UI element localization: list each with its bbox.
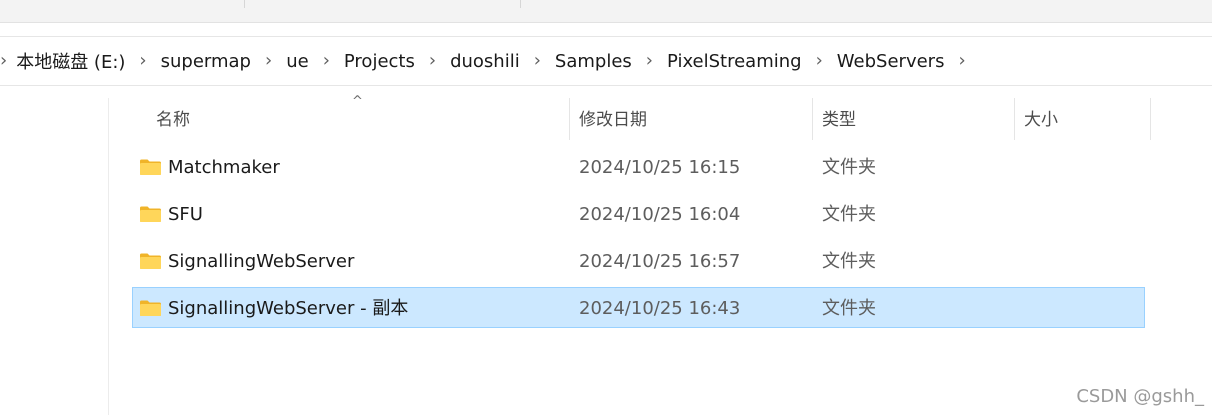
file-date-modified: 2024/10/25 16:04 <box>579 204 741 225</box>
chevron-right-icon[interactable]: › <box>816 50 823 71</box>
file-name: Matchmaker <box>168 157 280 178</box>
file-row[interactable]: SFU 2024/10/25 16:04 文件夹 <box>132 193 1145 234</box>
chevron-right-icon[interactable]: › <box>0 50 7 71</box>
file-name: SignallingWebServer <box>168 251 355 272</box>
breadcrumb-item[interactable]: duoshili <box>445 48 525 75</box>
column-divider[interactable] <box>1150 98 1151 140</box>
column-header-name[interactable]: 名称 <box>146 98 566 140</box>
file-date-modified: 2024/10/25 16:15 <box>579 157 741 178</box>
watermark: CSDN @gshh_ <box>1076 386 1204 407</box>
chevron-right-icon[interactable]: › <box>429 50 436 71</box>
folder-icon <box>140 253 161 269</box>
file-date-modified: 2024/10/25 16:43 <box>579 298 741 319</box>
navigation-pane[interactable] <box>0 98 109 415</box>
chevron-right-icon[interactable]: › <box>646 50 653 71</box>
address-bar[interactable]: › 本地磁盘 (E:) › supermap › ue › Projects ›… <box>0 36 1212 86</box>
chevron-right-icon[interactable]: › <box>958 50 965 71</box>
file-row[interactable]: SignallingWebServer 2024/10/25 16:57 文件夹 <box>132 240 1145 281</box>
file-type: 文件夹 <box>822 157 876 178</box>
file-type: 文件夹 <box>822 298 876 319</box>
column-header-type[interactable]: 类型 <box>812 98 1014 140</box>
file-list: Matchmaker 2024/10/25 16:15 文件夹 SFU 2024… <box>132 146 1145 334</box>
column-header-date-modified[interactable]: 修改日期 <box>569 98 812 140</box>
file-type: 文件夹 <box>822 204 876 225</box>
toolbar-divider <box>520 0 521 8</box>
chevron-right-icon[interactable]: › <box>323 50 330 71</box>
folder-icon <box>140 206 161 222</box>
column-header-size[interactable]: 大小 <box>1014 98 1150 140</box>
chevron-right-icon[interactable]: › <box>534 50 541 71</box>
file-row[interactable]: Matchmaker 2024/10/25 16:15 文件夹 <box>132 146 1145 187</box>
breadcrumb-item[interactable]: Samples <box>550 48 637 75</box>
breadcrumb-item[interactable]: Projects <box>339 48 420 75</box>
file-type: 文件夹 <box>822 251 876 272</box>
file-date-modified: 2024/10/25 16:57 <box>579 251 741 272</box>
file-name: SFU <box>168 204 203 225</box>
chevron-right-icon[interactable]: › <box>139 50 146 71</box>
toolbar-divider <box>244 0 245 8</box>
folder-icon <box>140 300 161 316</box>
folder-icon <box>140 159 161 175</box>
toolbar-strip <box>0 0 1212 23</box>
breadcrumb-item[interactable]: PixelStreaming <box>662 48 807 75</box>
column-header-row: ^ 名称 修改日期 类型 大小 <box>108 95 1212 140</box>
breadcrumb-item[interactable]: supermap <box>156 48 256 75</box>
file-row[interactable]: SignallingWebServer - 副本 2024/10/25 16:4… <box>132 287 1145 328</box>
file-name: SignallingWebServer - 副本 <box>168 298 409 319</box>
breadcrumb-item[interactable]: ue <box>281 48 313 75</box>
breadcrumb-item-current[interactable]: WebServers <box>832 48 950 75</box>
chevron-right-icon[interactable]: › <box>265 50 272 71</box>
breadcrumb-item[interactable]: 本地磁盘 (E:) <box>11 45 130 77</box>
